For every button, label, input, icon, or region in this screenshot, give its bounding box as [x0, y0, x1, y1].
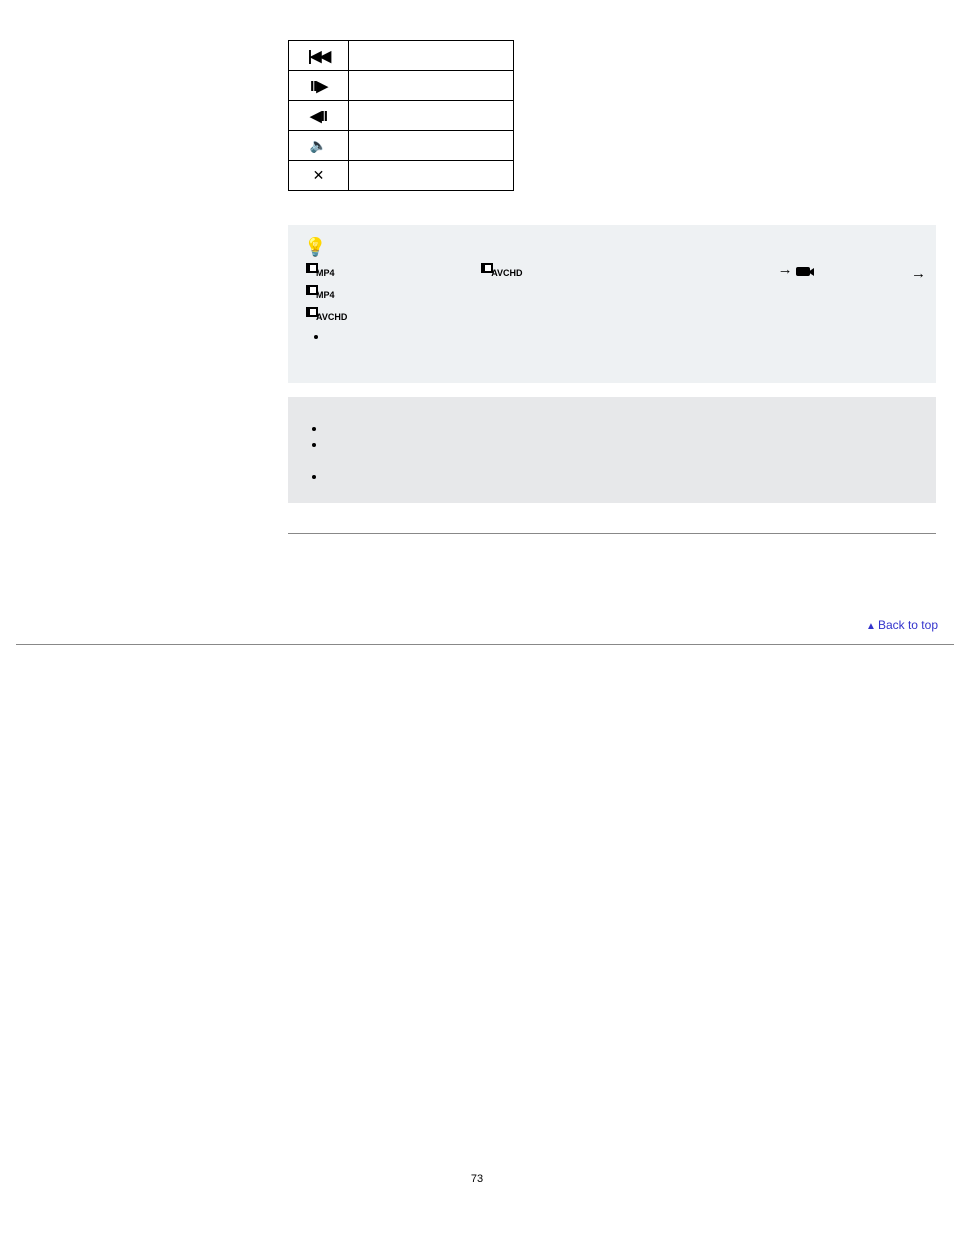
page-divider [16, 644, 954, 645]
list-item [326, 469, 924, 483]
list-item [326, 421, 924, 435]
notes-box [288, 397, 936, 503]
table-row: ✕ [289, 161, 514, 191]
mute-speaker-icon: 🔈 [310, 137, 327, 153]
avchd-format-icon: AVCHD [306, 304, 347, 322]
back-to-top-label: Back to top [878, 618, 938, 632]
hint-bullets [306, 329, 924, 343]
slow-reverse-icon: ◀II [310, 108, 327, 125]
list-item [328, 329, 924, 343]
page-number: 73 [0, 1173, 954, 1185]
arrow-camera-group: → [778, 261, 820, 278]
arrow-right-icon: → [911, 265, 926, 282]
table-cell-label [349, 131, 514, 161]
avchd-format-icon: AVCHD [481, 260, 522, 278]
arrow-up-icon: ▲ [866, 621, 876, 632]
table-row: 🔈 [289, 131, 514, 161]
playback-icons-table: |◀◀ II▶ ◀II 🔈 ✕ [288, 40, 514, 191]
mp4-format-icon: MP4 [306, 282, 335, 300]
notes-bullets [304, 421, 924, 483]
table-cell-label [349, 41, 514, 71]
section-divider [288, 533, 936, 534]
hint-lightbulb-icon: 💡 [304, 237, 324, 258]
back-to-top-link[interactable]: ▲Back to top [866, 618, 938, 632]
mp4-format-icon: MP4 [306, 260, 335, 278]
table-cell-label [349, 71, 514, 101]
table-cell-label [349, 161, 514, 191]
close-icon: ✕ [313, 167, 325, 183]
camera-icon [796, 264, 820, 278]
slow-forward-icon: II▶ [310, 78, 327, 95]
hint-box: 💡 MP4 AVCHD MP4 AVCHD → [288, 225, 936, 383]
table-row: ◀II [289, 101, 514, 131]
table-row: II▶ [289, 71, 514, 101]
skip-previous-icon: |◀◀ [308, 48, 329, 65]
table-row: |◀◀ [289, 41, 514, 71]
list-item [326, 437, 924, 451]
table-cell-label [349, 101, 514, 131]
arrow-right-icon: → [778, 261, 793, 278]
